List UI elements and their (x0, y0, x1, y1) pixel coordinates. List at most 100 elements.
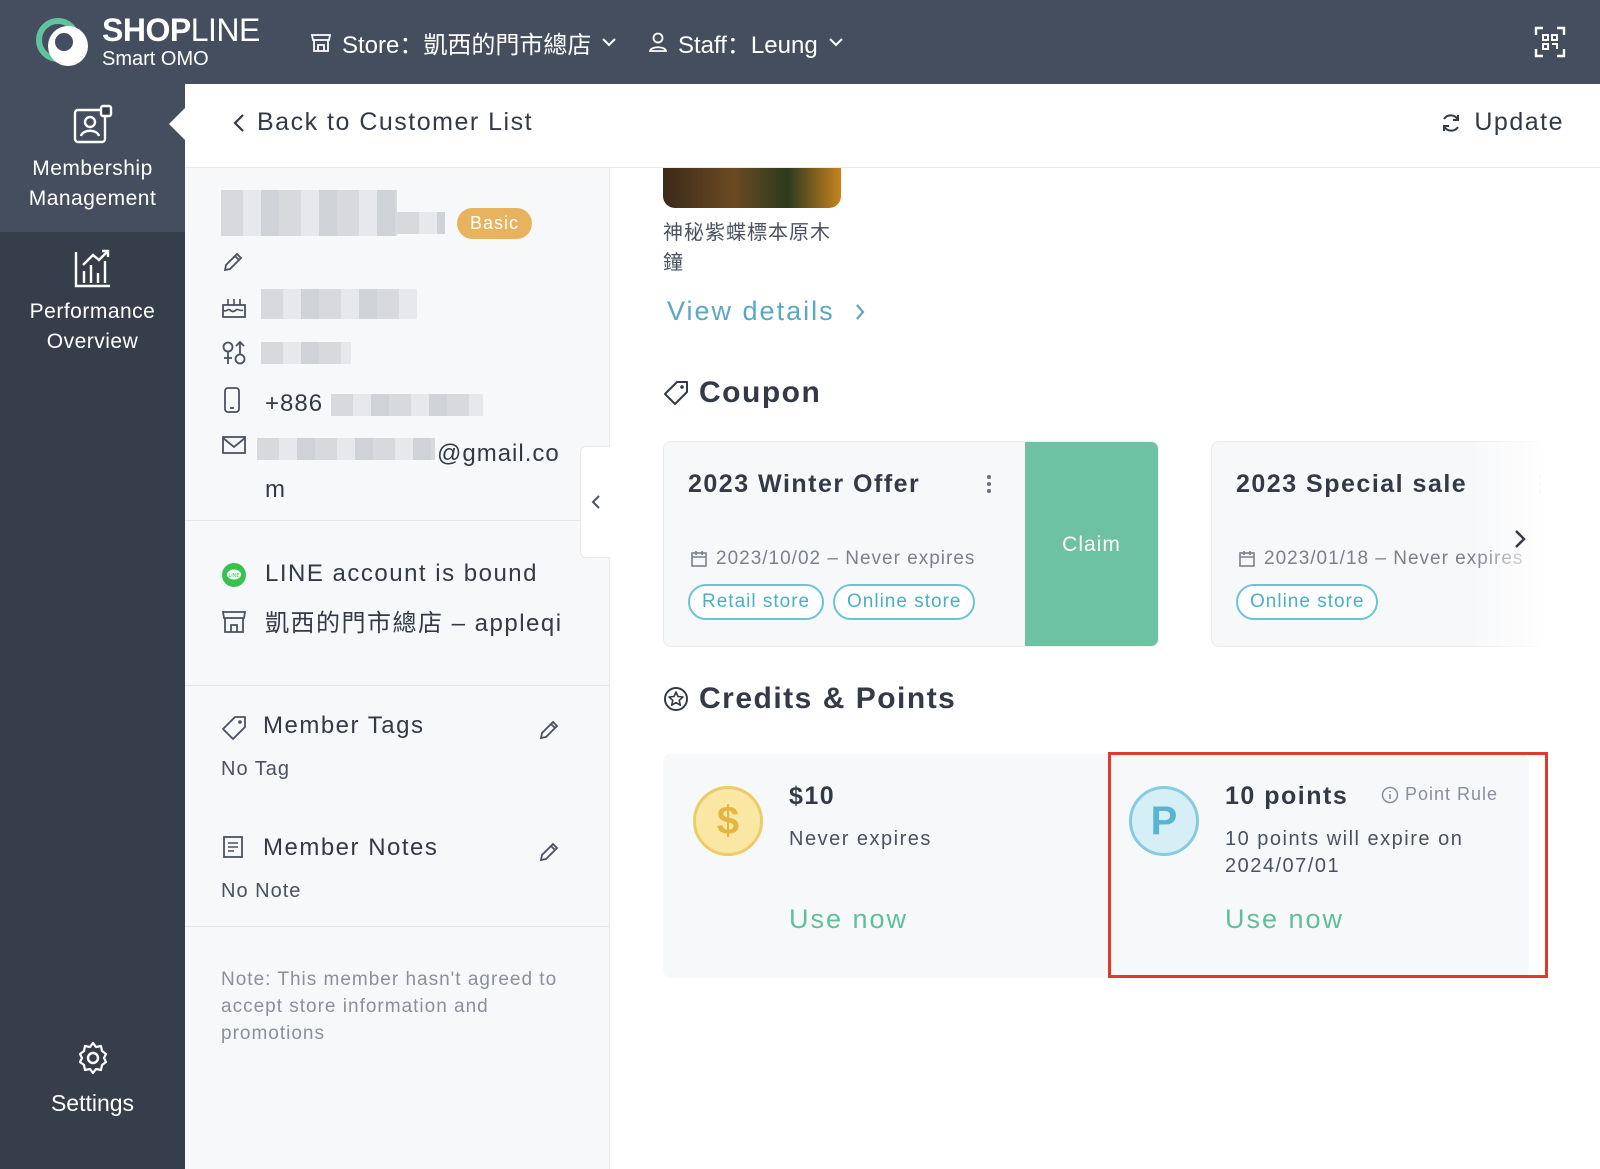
credits-title: Credits & Points (699, 682, 957, 715)
svg-text:LINE: LINE (228, 573, 239, 579)
bound-store-name: 凱西的門市總店 – appleqi (265, 610, 563, 637)
info-icon (1381, 786, 1399, 803)
calendar-icon (691, 551, 707, 567)
gender-icon (222, 340, 246, 365)
pencil-icon[interactable] (221, 250, 245, 274)
store-icon (310, 34, 332, 52)
claim-button[interactable]: Claim (1025, 442, 1158, 646)
product-name: 神秘紫蝶標本原木鐘 (663, 222, 831, 274)
tag-icon (222, 716, 246, 740)
chevron-left-icon (591, 495, 600, 509)
edit-notes-pencil-icon[interactable] (537, 840, 561, 864)
view-details-label: View details (667, 296, 835, 326)
credits-section-title: Credits & Points (663, 682, 956, 716)
customer-name-redacted (221, 190, 397, 236)
edit-tags-pencil-icon[interactable] (537, 718, 561, 742)
coupon-chip-online: Online store (1236, 584, 1379, 620)
credit-expiry: Never expires (789, 828, 932, 850)
point-rule-link[interactable]: Point Rule (1381, 784, 1498, 805)
product-image[interactable] (663, 168, 841, 208)
line-binding-status: LINE account is bound (265, 560, 538, 587)
coupon-chip-retail: Retail store (688, 584, 825, 620)
sidebar-item-performance[interactable]: Performance Overview (0, 249, 185, 379)
tier-badge: Basic (457, 208, 533, 239)
back-to-customer-list-link[interactable]: Back to Customer List (233, 108, 533, 137)
member-notes-title: Member Notes (263, 834, 439, 861)
view-details-link[interactable]: View details (667, 296, 865, 327)
content-header: Back to Customer List Update (185, 84, 1600, 168)
consent-note: Note: This member hasn't agreed to accep… (221, 969, 558, 1044)
coupon-name: 2023 Winter Offer (688, 470, 921, 498)
phone-redacted (331, 394, 483, 416)
store-selector[interactable]: Store：凱西的門市總店 (310, 24, 617, 60)
email-domain: @gmail.co (437, 440, 560, 467)
coupon-section-title: Coupon (663, 376, 821, 410)
mobile-phone-icon (224, 387, 240, 413)
divider (185, 685, 610, 686)
credit-amount: $10 (789, 782, 836, 810)
collapse-panel-button[interactable] (580, 446, 610, 558)
credits-points-card: $ $10 Never expires Use now P 10 points … (663, 754, 1529, 978)
user-icon (648, 32, 668, 52)
email-domain-wrap: m (265, 476, 285, 503)
coupon-date-text: 2023/10/02 – Never expires (716, 548, 976, 569)
email-redacted (257, 438, 435, 460)
back-label: Back to Customer List (257, 108, 534, 136)
notes-icon (223, 836, 243, 858)
member-notes-value: No Note (221, 880, 302, 902)
points-expiry: 10 points will expire on 2024/07/01 (1225, 828, 1464, 877)
update-label: Update (1474, 108, 1564, 136)
phone-prefix: +886 (265, 390, 324, 417)
sidebar-item-label: Membership Management (28, 157, 157, 210)
member-card-icon (73, 104, 112, 144)
email-icon (222, 436, 246, 454)
sidebar: Membership Management Performance Overvi… (0, 84, 187, 1169)
birthday-redacted (261, 289, 417, 319)
chevron-right-icon (855, 303, 865, 320)
chart-icon (74, 249, 110, 288)
member-tags-title: Member Tags (263, 712, 425, 739)
sidebar-item-settings[interactable]: Settings (0, 1040, 185, 1117)
line-app-icon: LINE (222, 563, 246, 587)
sidebar-item-label: Performance Overview (29, 300, 156, 353)
tag-icon (664, 381, 688, 405)
points-coin-icon: P (1129, 786, 1199, 856)
sidebar-item-membership[interactable]: Membership Management (0, 84, 187, 232)
chevron-left-icon (233, 113, 244, 132)
customer-info-panel: Basic +886 @gmail.co m LINE LINE account… (185, 168, 610, 1169)
use-points-button[interactable]: Use now (1225, 904, 1344, 935)
top-bar: SHOPLINE Smart OMO Store：凱西的門市總店 Staff：L… (0, 0, 1600, 84)
use-credit-button[interactable]: Use now (789, 904, 908, 935)
brand-name: SHOPLINE (102, 12, 260, 48)
member-tags-value: No Tag (221, 758, 291, 780)
point-rule-label: Point Rule (1405, 784, 1499, 804)
store-icon (221, 611, 247, 633)
star-badge-icon (664, 687, 688, 711)
coupon-name: 2023 Special sale (1236, 470, 1468, 498)
divider (185, 926, 610, 927)
staff-label: Staff：Leung (678, 31, 818, 59)
divider (185, 520, 610, 521)
customer-name-redacted (397, 212, 445, 234)
staff-selector[interactable]: Staff：Leung (648, 24, 844, 60)
gear-icon (78, 1041, 107, 1075)
store-label: Store：凱西的門市總店 (342, 31, 592, 59)
coupon-chip-online: Online store (833, 584, 976, 620)
coupon-title: Coupon (699, 376, 822, 409)
chevron-down-icon (828, 38, 843, 47)
refresh-icon (1443, 113, 1460, 132)
qr-scan-icon[interactable] (1534, 26, 1566, 58)
update-button[interactable]: Update (1440, 108, 1564, 137)
brand-subtitle: Smart OMO (102, 48, 209, 70)
chevron-down-icon (602, 38, 617, 47)
coupon-validity: 2023/10/02 – Never expires (690, 548, 975, 570)
carousel-next-icon[interactable] (1513, 528, 1527, 550)
coupon-card[interactable]: 2023 Winter Offer 2023/10/02 – Never exp… (663, 441, 1159, 647)
more-options-icon[interactable] (986, 474, 992, 494)
gender-redacted (261, 342, 351, 364)
shopline-logo-icon (36, 18, 88, 66)
main-content: 神秘紫蝶標本原木鐘 View details Coupon 2023 Winte… (611, 168, 1600, 1169)
dollar-coin-icon: $ (693, 786, 763, 856)
birthday-cake-icon (222, 299, 246, 318)
points-amount: 10 points (1225, 782, 1349, 810)
